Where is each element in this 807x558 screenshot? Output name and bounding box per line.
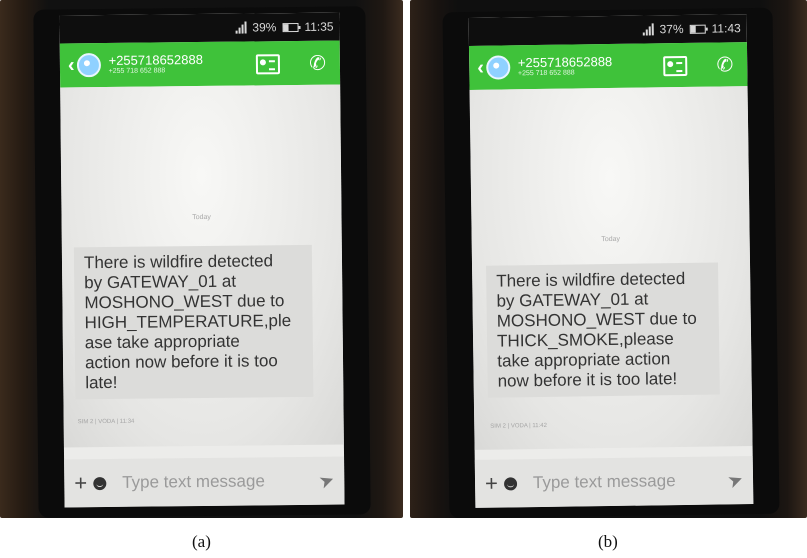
contact-card-icon[interactable] bbox=[255, 54, 281, 75]
phone-screen-b: 37% 11:43 ‹ +255718652888 +255 718 652 8… bbox=[468, 14, 754, 508]
contact-number: +255718652888 bbox=[517, 53, 613, 71]
conversation-header: ‹ +255718652888 +255 718 652 888 ✆ bbox=[59, 40, 341, 88]
phone-call-icon[interactable]: ✆ bbox=[716, 52, 733, 77]
contact-number-formatted: +255 718 652 888 bbox=[108, 67, 166, 76]
emoji-icon[interactable] bbox=[93, 476, 107, 490]
message-line: There is wildfire detected bbox=[83, 251, 274, 273]
phone-b: 37% 11:43 ‹ +255718652888 +255 718 652 8… bbox=[442, 7, 780, 518]
emoji-icon[interactable] bbox=[503, 476, 518, 491]
message-line: ase take appropriate bbox=[84, 331, 240, 353]
send-icon[interactable]: ➤ bbox=[725, 468, 747, 493]
message-line: MOSHONO_WEST due to bbox=[84, 291, 285, 313]
composer-bar: + Type text message ➤ bbox=[64, 456, 345, 508]
plus-icon[interactable]: + bbox=[485, 471, 498, 497]
phone-call-icon[interactable]: ✆ bbox=[309, 51, 326, 76]
date-label: Today bbox=[192, 213, 211, 222]
chat-area: Today There is wildfire detected by GATE… bbox=[60, 84, 344, 448]
phone-a: 39% 11:35 ‹ +255718652888 +255 718 652 8… bbox=[33, 6, 371, 518]
chat-area: Today There is wildfire detected by GATE… bbox=[469, 86, 753, 450]
plus-icon[interactable]: + bbox=[74, 470, 87, 496]
message-input[interactable]: Type text message bbox=[112, 471, 313, 493]
avatar-icon[interactable] bbox=[485, 55, 511, 80]
conversation-header: ‹ +255718652888 +255 718 652 888 ✆ bbox=[468, 42, 748, 90]
contact-names: +255718652888 +255 718 652 888 bbox=[108, 51, 203, 76]
avatar-icon[interactable] bbox=[76, 53, 101, 78]
battery-icon bbox=[282, 22, 299, 32]
contact-number: +255718652888 bbox=[108, 51, 203, 68]
signal-icon bbox=[642, 23, 654, 36]
phone-screen-a: 39% 11:35 ‹ +255718652888 +255 718 652 8… bbox=[59, 12, 345, 508]
contact-names: +255718652888 +255 718 652 888 bbox=[517, 53, 613, 78]
composer-bar: + Type text message ➤ bbox=[474, 456, 754, 508]
date-label: Today bbox=[601, 235, 621, 244]
message-meta: SIM 2 | VODA | 11:34 bbox=[77, 418, 135, 426]
send-icon[interactable]: ➤ bbox=[316, 468, 338, 493]
message-line: by GATEWAY_01 at bbox=[84, 271, 237, 293]
battery-icon bbox=[689, 24, 706, 34]
message-input[interactable]: Type text message bbox=[523, 470, 722, 493]
status-bar: 37% 11:43 bbox=[468, 14, 747, 46]
message-line: There is wildfire detected bbox=[496, 268, 686, 291]
message-line: late! bbox=[85, 372, 118, 393]
photo-panel-b: 37% 11:43 ‹ +255718652888 +255 718 652 8… bbox=[410, 0, 807, 518]
message-line: MOSHONO_WEST due to bbox=[496, 308, 697, 331]
status-bar: 39% 11:35 bbox=[59, 12, 340, 44]
back-arrow-icon[interactable]: ‹ bbox=[477, 56, 484, 79]
caption-b: (b) bbox=[598, 532, 618, 551]
back-arrow-icon[interactable]: ‹ bbox=[68, 54, 75, 77]
clock: 11:43 bbox=[711, 21, 741, 36]
battery-percent: 39% bbox=[252, 20, 277, 35]
battery-percent: 37% bbox=[659, 21, 684, 37]
message-bubble[interactable]: There is wildfire detected by GATEWAY_01… bbox=[486, 262, 720, 398]
caption-a: (a) bbox=[192, 532, 211, 551]
message-line: HIGH_TEMPERATURE,ple bbox=[84, 311, 292, 333]
contact-card-icon[interactable] bbox=[663, 55, 688, 77]
clock: 11:35 bbox=[304, 19, 334, 34]
message-meta: SIM 2 | VODA | 11:42 bbox=[490, 422, 548, 430]
signal-icon bbox=[235, 21, 247, 34]
photo-panel-a: 39% 11:35 ‹ +255718652888 +255 718 652 8… bbox=[0, 0, 403, 518]
message-line: now before it is too late! bbox=[497, 369, 678, 391]
message-line: action now before it is too bbox=[84, 351, 278, 373]
message-bubble[interactable]: There is wildfire detected by GATEWAY_01… bbox=[73, 244, 314, 400]
contact-number-formatted: +255 718 652 888 bbox=[517, 69, 575, 78]
